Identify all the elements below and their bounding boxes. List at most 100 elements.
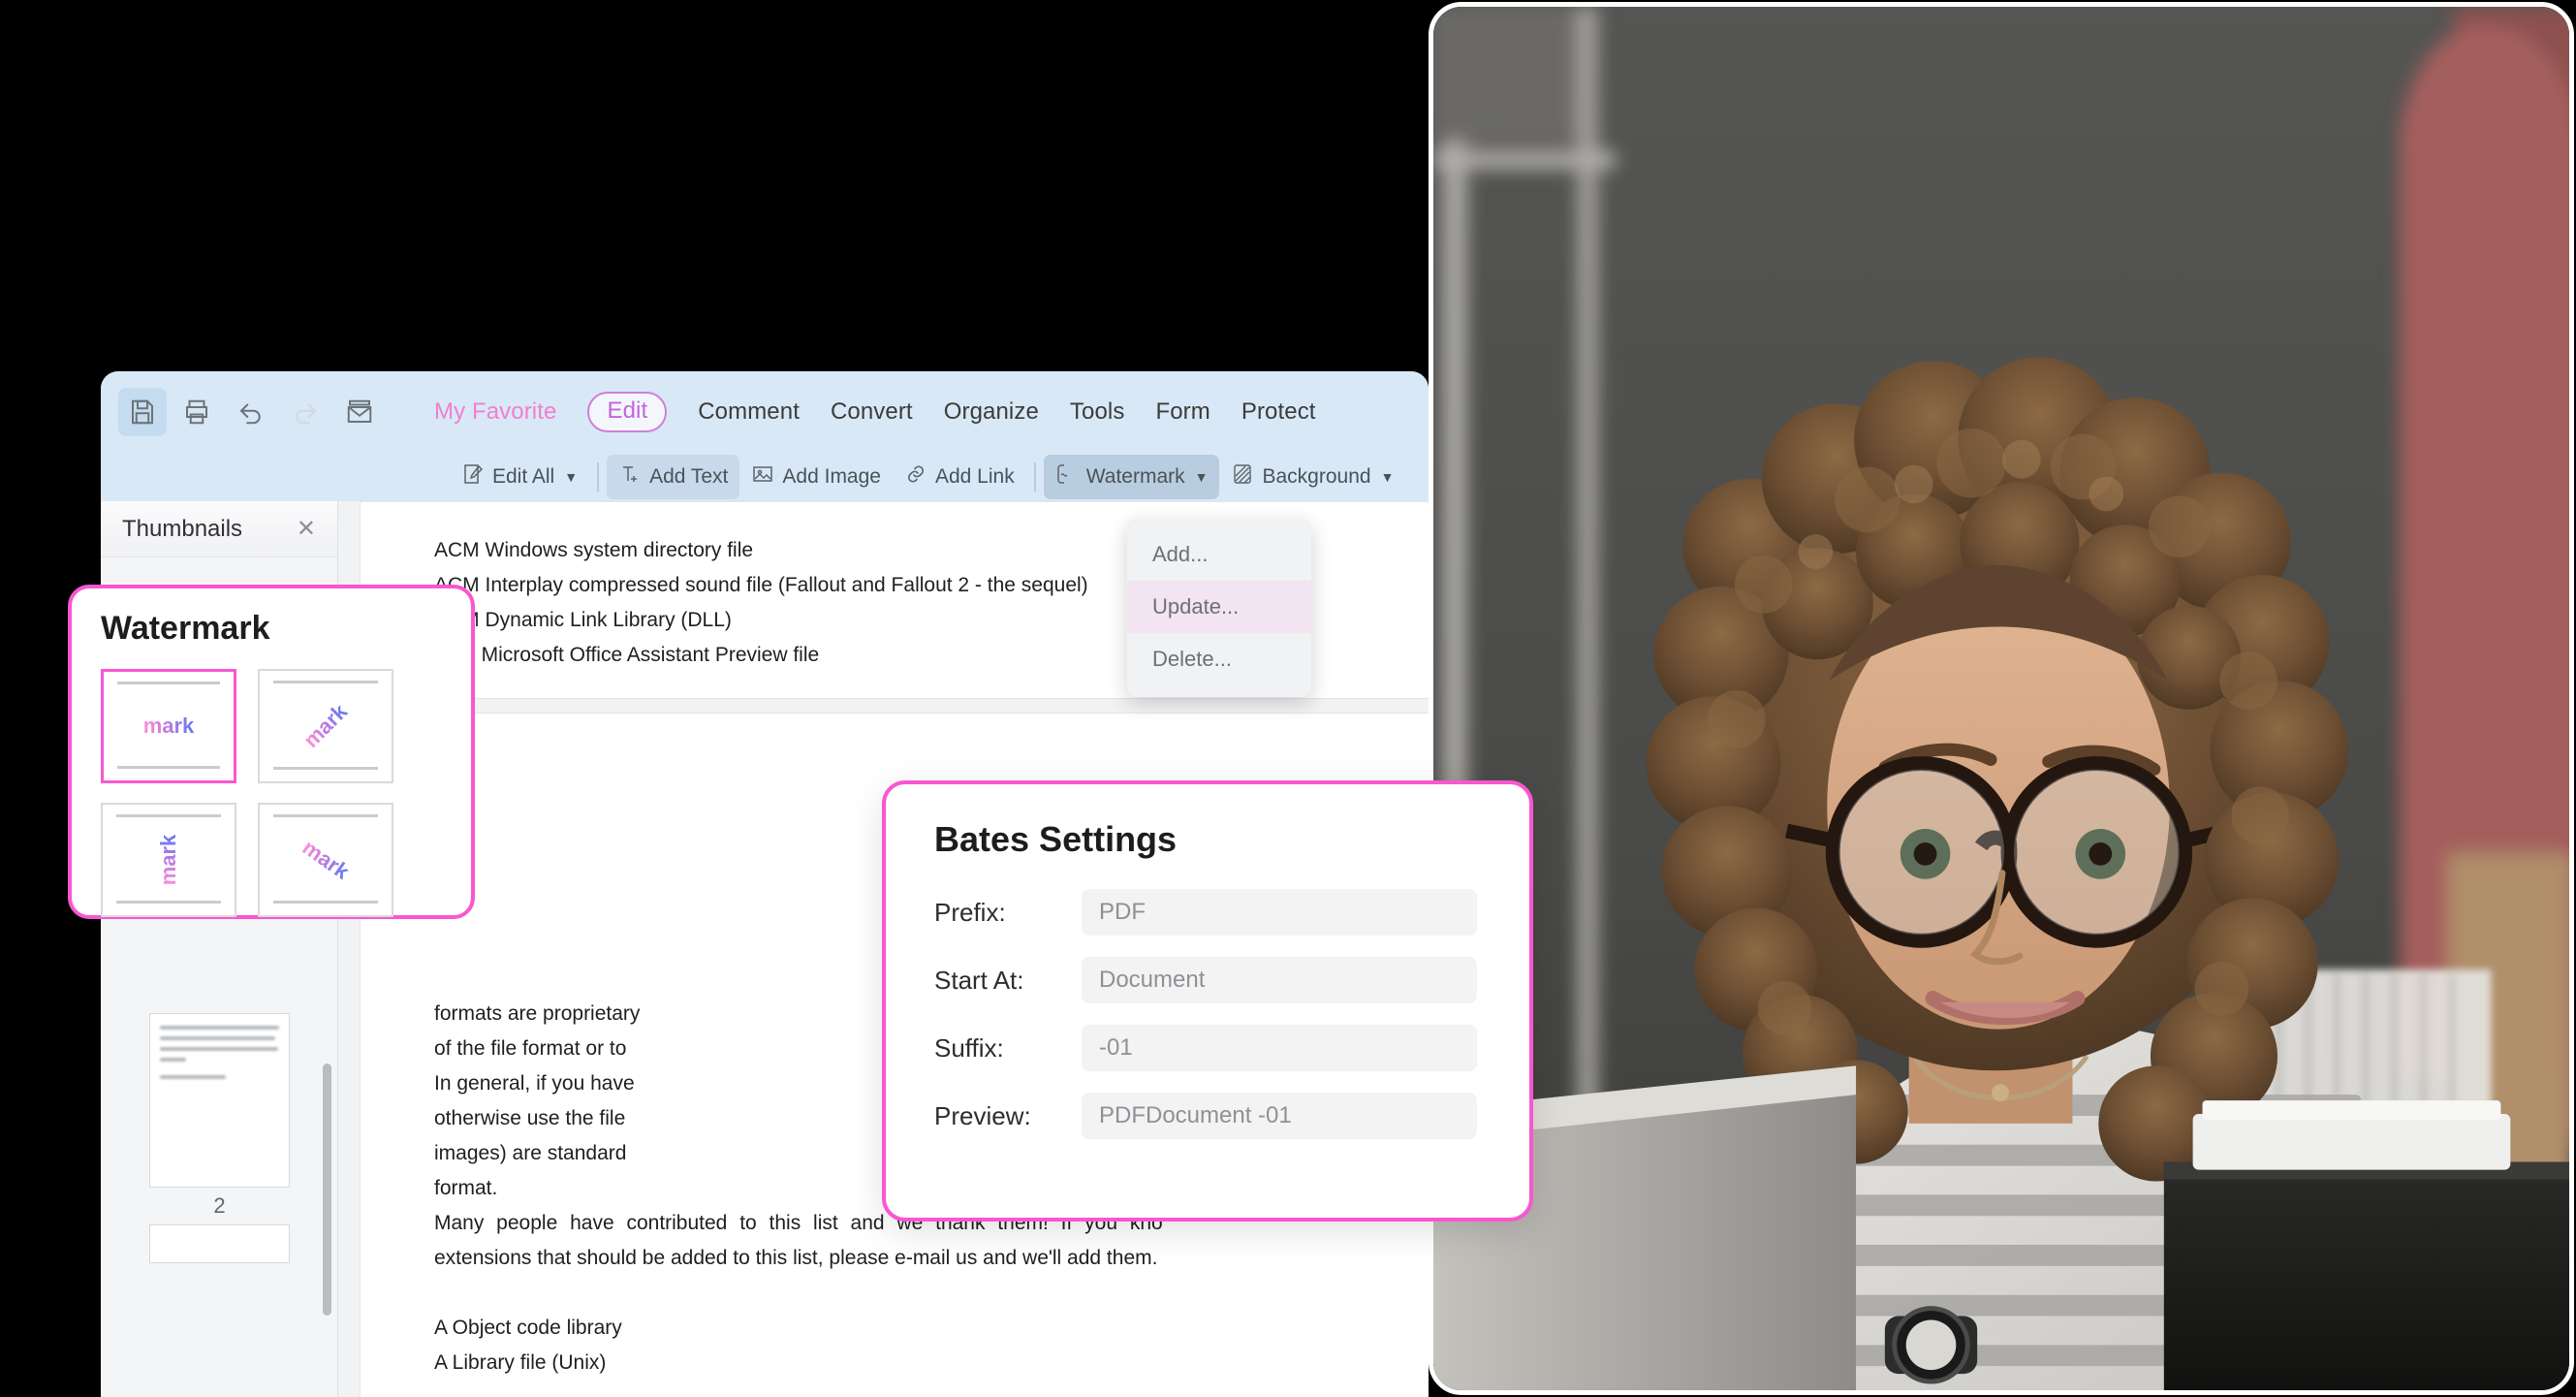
edit-all-icon bbox=[461, 462, 485, 492]
bates-field-start-at-row: Start At: bbox=[934, 957, 1477, 1003]
menu-item-add[interactable]: Add... bbox=[1127, 528, 1311, 581]
bates-preview-input bbox=[1082, 1093, 1477, 1139]
watermark-label: Watermark bbox=[1085, 465, 1185, 488]
photo-illustration bbox=[1433, 7, 2569, 1390]
page-rule-top bbox=[273, 814, 378, 817]
doc-line: A Library file (Unix) bbox=[434, 1351, 607, 1374]
background-label: Background bbox=[1262, 465, 1371, 488]
bates-preview-label: Preview: bbox=[934, 1100, 1031, 1130]
edit-all-button[interactable]: Edit All ▼ bbox=[450, 455, 589, 499]
bates-field-prefix-row: Prefix: bbox=[934, 889, 1477, 936]
blur-line bbox=[160, 1036, 276, 1040]
woman-at-computer-photo bbox=[1429, 2, 2574, 1395]
save-icon[interactable] bbox=[118, 388, 167, 436]
page-rule-bottom bbox=[273, 767, 378, 770]
add-text-label: Add Text bbox=[649, 465, 729, 488]
menu-item-update[interactable]: Update... bbox=[1127, 581, 1311, 633]
doc-line: ACM Windows system directory file bbox=[434, 539, 754, 561]
add-image-icon bbox=[751, 462, 774, 492]
page-rule-top bbox=[116, 814, 221, 817]
page-rule-top bbox=[273, 681, 378, 683]
thumbnail-page-number: 2 bbox=[213, 1193, 226, 1218]
menu-tab-form[interactable]: Form bbox=[1155, 398, 1209, 426]
add-link-icon bbox=[904, 462, 927, 492]
page-rule-bottom bbox=[117, 766, 220, 769]
menu-tab-convert[interactable]: Convert bbox=[831, 398, 913, 426]
watermark-style-grid: mark mark mark mark bbox=[101, 669, 442, 917]
sidebar-scrollbar[interactable] bbox=[323, 1064, 331, 1316]
doc-line: ACM Interplay compressed sound file (Fal… bbox=[434, 574, 1088, 596]
page-rule-bottom bbox=[116, 901, 221, 904]
email-icon[interactable] bbox=[335, 388, 384, 436]
watermark-style-0[interactable]: mark bbox=[101, 669, 236, 783]
menu-bar: My Favorite Edit Comment Convert Organiz… bbox=[101, 371, 1429, 453]
chevron-down-icon-watermark: ▼ bbox=[1194, 469, 1209, 485]
watermark-sample-text: mark bbox=[298, 699, 353, 753]
doc-line-cut bbox=[434, 501, 1088, 533]
bates-field-suffix-row: Suffix: bbox=[934, 1025, 1477, 1071]
bates-start-at-label: Start At: bbox=[934, 965, 1024, 995]
bates-prefix-label: Prefix: bbox=[934, 897, 1006, 927]
doc-line: ACP Microsoft Office Assistant Preview f… bbox=[434, 644, 820, 666]
thumbnail-page-preview bbox=[149, 1013, 290, 1188]
menu-tab-organize[interactable]: Organize bbox=[944, 398, 1039, 426]
redo-icon[interactable] bbox=[281, 388, 330, 436]
menu-tab-comment[interactable]: Comment bbox=[698, 398, 800, 426]
bates-settings-dialog: Bates Settings Prefix: Start At: Suffix:… bbox=[882, 780, 1533, 1222]
watermark-panel: Watermark mark mark mark mark bbox=[68, 585, 475, 919]
close-icon[interactable]: ✕ bbox=[297, 517, 316, 541]
watermark-dropdown-menu: Add... Update... Delete... bbox=[1127, 519, 1311, 697]
page-rule-bottom bbox=[273, 901, 378, 904]
watermark-style-2[interactable]: mark bbox=[101, 803, 236, 917]
edit-all-label: Edit All bbox=[492, 465, 555, 488]
main-menu-tabs: My Favorite Edit Comment Convert Organiz… bbox=[434, 392, 1316, 432]
background-button[interactable]: Background ▼ bbox=[1219, 455, 1405, 499]
thumbnails-title: Thumbnails bbox=[122, 515, 243, 542]
watermark-sample-text: mark bbox=[156, 834, 180, 886]
bates-field-preview-row: Preview: bbox=[934, 1093, 1477, 1139]
blur-line bbox=[160, 1047, 278, 1051]
doc-line: ACM Dynamic Link Library (DLL) bbox=[434, 609, 732, 631]
watermark-button[interactable]: Watermark ▼ bbox=[1043, 455, 1220, 499]
page-rule-top bbox=[117, 682, 220, 684]
doc-line: A Object code library bbox=[434, 1317, 622, 1339]
thumbnails-header: Thumbnails ✕ bbox=[101, 501, 337, 557]
edit-ribbon-toolbar: Edit All ▼ Add Text Add Image Add Link W… bbox=[101, 453, 1429, 501]
screenshot-stage: My Favorite Edit Comment Convert Organiz… bbox=[0, 0, 2576, 1397]
bates-suffix-input[interactable] bbox=[1082, 1025, 1477, 1071]
list-item-next[interactable] bbox=[149, 1224, 290, 1263]
quick-access-toolbar bbox=[118, 388, 384, 436]
menu-item-delete[interactable]: Delete... bbox=[1127, 633, 1311, 685]
watermark-panel-title: Watermark bbox=[101, 610, 270, 647]
menu-tab-my-favorite[interactable]: My Favorite bbox=[434, 398, 556, 426]
bates-start-at-input[interactable] bbox=[1082, 957, 1477, 1003]
menu-tab-protect[interactable]: Protect bbox=[1241, 398, 1316, 426]
blur-line bbox=[160, 1075, 226, 1079]
watermark-icon bbox=[1055, 462, 1079, 492]
print-icon[interactable] bbox=[173, 388, 221, 436]
add-image-button[interactable]: Add Image bbox=[739, 455, 893, 499]
list-item[interactable]: 2 bbox=[149, 1013, 290, 1219]
undo-icon[interactable] bbox=[227, 388, 275, 436]
watermark-sample-text: mark bbox=[298, 835, 354, 884]
add-image-label: Add Image bbox=[782, 465, 881, 488]
menu-tab-tools[interactable]: Tools bbox=[1070, 398, 1125, 426]
chevron-down-icon: ▼ bbox=[564, 469, 579, 485]
add-link-button[interactable]: Add Link bbox=[893, 455, 1026, 499]
chevron-down-icon-background: ▼ bbox=[1380, 469, 1395, 485]
add-link-label: Add Link bbox=[934, 465, 1015, 488]
menu-tab-edit[interactable]: Edit bbox=[587, 392, 668, 432]
background-icon bbox=[1231, 462, 1254, 492]
ribbon-divider-2 bbox=[1033, 462, 1036, 492]
blur-line bbox=[160, 1058, 187, 1062]
watermark-style-1[interactable]: mark bbox=[258, 669, 393, 783]
add-text-icon bbox=[618, 462, 642, 492]
thumbnail-page-preview-partial bbox=[149, 1224, 290, 1263]
blur-line bbox=[160, 1026, 279, 1030]
bates-dialog-title: Bates Settings bbox=[934, 819, 1178, 859]
watermark-style-3[interactable]: mark bbox=[258, 803, 393, 917]
bates-prefix-input[interactable] bbox=[1082, 889, 1477, 936]
watermark-sample-text: mark bbox=[142, 714, 195, 738]
doc-line: extensions that should be added to this … bbox=[434, 1247, 1158, 1269]
add-text-button[interactable]: Add Text bbox=[607, 455, 740, 499]
